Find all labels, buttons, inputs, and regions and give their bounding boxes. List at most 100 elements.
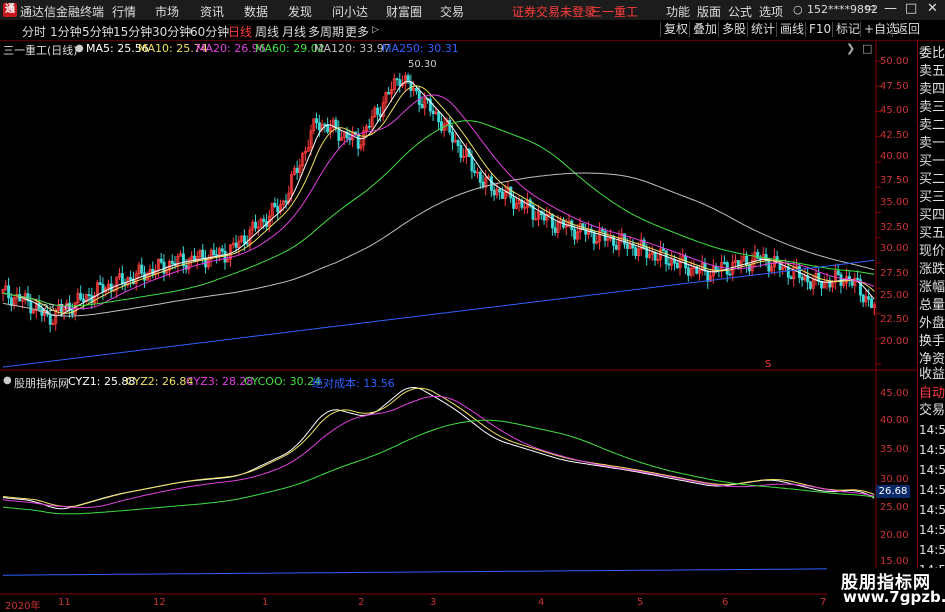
mark-button[interactable]: 标记 [832,22,863,37]
candle-body [420,104,424,109]
tab-more[interactable]: 更多 [345,23,369,40]
candle-body [470,156,474,172]
candle-body [451,131,455,143]
candle-body [87,294,91,297]
candle-body [625,243,629,249]
draw-line-button[interactable]: 画线 [776,22,807,37]
ma120-label: MA120: 33.97 [314,42,391,55]
panel-label: 买一 [919,154,945,169]
multi-stock-button[interactable]: 多股 [718,22,749,37]
tab-weekly[interactable]: 周线 [255,23,279,40]
back-button[interactable]: 返回 [892,22,923,37]
sub-axis-label: 40.00 [880,415,909,426]
tab-intraday[interactable]: 分时 [22,23,46,40]
close-icon[interactable]: ✕ [927,1,938,16]
title-bar: 通 通达信金融终端 行情 市场 资讯 数据 发现 问小达 财富圈 交易 证券交易… [0,0,945,21]
panel-label: 买五 [919,226,945,241]
tab-monthly[interactable]: 月线 [282,23,306,40]
watermark: 股朋指标网 www.7gpzb.com [827,568,945,609]
candle-body [789,276,793,280]
candle-body [220,248,224,252]
panel-label: 总量 [919,298,945,313]
expand-icon[interactable]: ❯ [846,42,855,55]
auto-label[interactable]: 自动 [919,385,945,403]
tab-60min[interactable]: 60分钟 [190,23,229,40]
menu-ask[interactable]: 问小达 [332,3,368,20]
menu-quotes[interactable]: 行情 [112,3,136,20]
x-axis-label: 7 [820,597,827,608]
candle-body [417,90,421,105]
candle-body [501,191,505,199]
user-icon[interactable]: ○ [793,3,803,16]
menu-data[interactable]: 数据 [244,3,268,20]
menu-wealth[interactable]: 财富圈 [386,3,422,20]
kline-chart[interactable] [0,41,917,609]
tab-5min[interactable]: 5分钟 [82,23,114,40]
panel-label: 收益 [919,367,945,382]
candle-body [120,273,124,284]
candle-body [48,313,52,325]
candle-body [18,293,22,302]
candle-body [317,122,321,131]
tick-time: 14:56 [919,483,945,497]
maximize-icon[interactable]: □ [905,1,917,16]
menu-function[interactable]: 功能 [666,3,690,20]
x-axis-label: 3 [430,597,437,608]
axis-label: 35.00 [880,197,909,208]
axis-label: 42.50 [880,130,909,141]
order-book-panel: 委比 卖五 卖四 卖三 卖二 卖一 买一 买二 买三 买四 买五 现价 涨跌 涨… [917,41,945,609]
menu-layout[interactable]: 版面 [697,3,721,20]
tick-time: 14:56 [919,443,945,457]
menu-news[interactable]: 资讯 [200,3,224,20]
sub-indicator-icon[interactable]: ● [3,375,12,386]
candle-body [101,284,105,293]
overlay-button[interactable]: 叠加 [689,22,720,37]
candle-body [223,250,227,263]
tab-1min[interactable]: 1分钟 [50,23,82,40]
menu-market[interactable]: 市场 [155,3,179,20]
candle-body [581,223,585,230]
candle-body [664,250,668,265]
candle-body [276,206,280,213]
current-value-tag: 26.68 [876,485,910,498]
tab-multi-period[interactable]: 多周期 [308,23,344,40]
candle-body [512,197,516,209]
panel-label: 委比 [919,46,945,61]
menu-formula[interactable]: 公式 [728,3,752,20]
candle-body [661,248,665,252]
candle-body [398,79,402,87]
axis-label: 27.50 [880,268,909,279]
sub-axis-label: 30.00 [880,474,909,485]
axis-label: 20.00 [880,336,909,347]
more-arrow-icon[interactable]: ▷ [372,25,379,35]
tab-daily[interactable]: 日线 [228,23,252,40]
stock-label: 三一重工(日线) [3,44,78,57]
indicator-settings-icon[interactable]: ● [75,43,84,54]
axis-label: 40.00 [880,151,909,162]
minimize-icon[interactable]: — [884,1,897,16]
login-status[interactable]: 证券交易未登录 [512,3,596,20]
axis-label: 25.00 [880,290,909,301]
candle-body [395,78,399,81]
close-chart-icon[interactable]: □ [862,42,872,55]
menu-options[interactable]: 选项 [759,3,783,20]
candle-body [356,133,360,149]
tab-30min[interactable]: 30分钟 [152,23,191,40]
candle-body [234,242,238,248]
restore-layout-icon[interactable]: ▭ [865,1,875,14]
panel-label: 现价 [919,244,945,259]
panel-label: 买四 [919,208,945,223]
tab-15min[interactable]: 15分钟 [113,23,152,40]
candle-body [492,189,496,196]
candle-body [850,280,854,286]
stats-button[interactable]: 统计 [747,22,778,37]
candle-body [856,277,860,281]
f10-button[interactable]: F10 [805,22,834,37]
x-axis-label: 4 [538,597,545,608]
adjust-button[interactable]: 复权 [660,22,691,37]
trade-label[interactable]: 交易 [919,402,945,420]
tick-time: 14:56 [919,503,945,517]
sub-indicator-name: 股朋指标网 [14,377,69,390]
menu-discover[interactable]: 发现 [288,3,312,20]
menu-trade[interactable]: 交易 [440,3,464,20]
